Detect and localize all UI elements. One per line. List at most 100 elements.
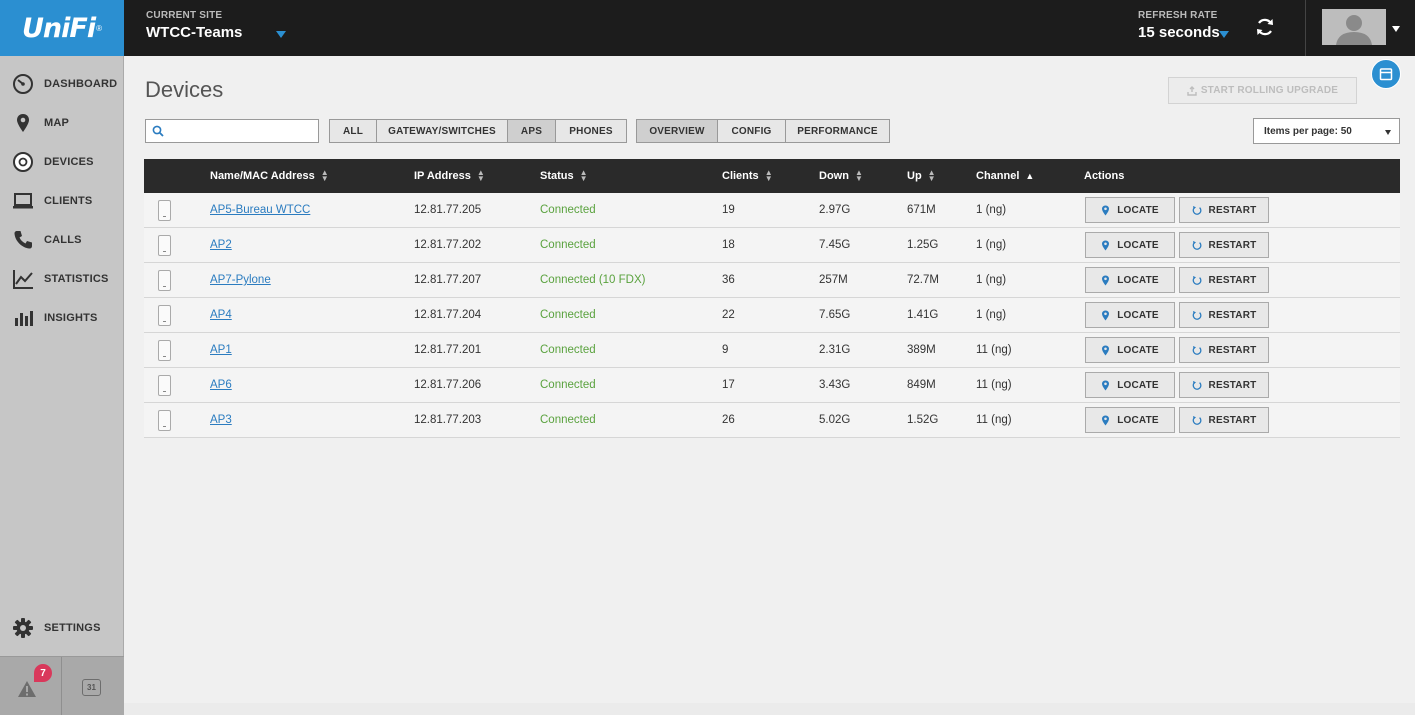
restart-button[interactable]: RESTART bbox=[1179, 372, 1269, 398]
filter-aps-button[interactable]: APS bbox=[508, 120, 556, 142]
filter-all-button[interactable]: ALL bbox=[330, 120, 377, 142]
page-title: Devices bbox=[145, 77, 224, 102]
alerts-button[interactable]: 7 bbox=[0, 657, 61, 715]
sidebar-item-label: SETTINGS bbox=[44, 622, 101, 634]
schedule-button[interactable] bbox=[1371, 59, 1401, 89]
pin-icon bbox=[1102, 310, 1110, 320]
gear-icon bbox=[12, 617, 34, 639]
restart-button[interactable]: RESTART bbox=[1179, 232, 1269, 258]
channel-value: 11 (ng) bbox=[976, 379, 1012, 391]
up-traffic: 849M bbox=[907, 379, 936, 391]
locate-button[interactable]: LOCATE bbox=[1085, 267, 1175, 293]
locate-button[interactable]: LOCATE bbox=[1085, 197, 1175, 223]
device-name-link[interactable]: AP5-Bureau WTCC bbox=[210, 204, 310, 216]
channel-value: 1 (ng) bbox=[976, 239, 1007, 251]
table-row[interactable]: AP1 12.81.77.201 Connected 9 2.31G 389M 11 (ng… bbox=[144, 333, 1400, 368]
table-row[interactable]: AP4 12.81.77.204 Connected 22 7.65G 1.41G 1 (n… bbox=[144, 298, 1400, 333]
status-text: Connected (10 FDX) bbox=[540, 274, 646, 286]
column-header-down[interactable]: Down ▲ ▼ bbox=[819, 159, 863, 193]
column-header-ip[interactable]: IP Address ▲ ▼ bbox=[414, 159, 485, 193]
tab-config[interactable]: CONFIG bbox=[718, 120, 786, 142]
refresh-icon[interactable] bbox=[1252, 14, 1278, 40]
locate-button[interactable]: LOCATE bbox=[1085, 407, 1175, 433]
sidebar-item-label: INSIGHTS bbox=[44, 312, 98, 324]
device-name-link[interactable]: AP3 bbox=[210, 414, 232, 426]
map-pin-icon bbox=[12, 112, 34, 134]
table-row[interactable]: AP5-Bureau WTCC 12.81.77.205 Connected 19 2.… bbox=[144, 193, 1400, 228]
filter-phones-button[interactable]: PHONES bbox=[556, 120, 626, 142]
site-name: WTCC-Teams bbox=[146, 24, 243, 41]
clients-count: 9 bbox=[722, 344, 729, 356]
sort-both-icon: ▲ ▼ bbox=[764, 168, 773, 183]
start-rolling-upgrade-button[interactable]: START ROLLING UPGRADE bbox=[1168, 77, 1357, 104]
device-name-link[interactable]: AP2 bbox=[210, 239, 232, 251]
sidebar-item-calls[interactable]: CALLS bbox=[0, 225, 124, 255]
tab-performance[interactable]: PERFORMANCE bbox=[786, 120, 889, 142]
device-name-link[interactable]: AP6 bbox=[210, 379, 232, 391]
locate-label: LOCATE bbox=[1117, 309, 1159, 321]
down-traffic: 3.43G bbox=[819, 379, 851, 391]
sidebar-item-statistics[interactable]: STATISTICS bbox=[0, 264, 124, 294]
column-header-status[interactable]: Status ▲ ▼ bbox=[540, 159, 588, 193]
locate-button[interactable]: LOCATE bbox=[1085, 372, 1175, 398]
table-row[interactable]: AP7-Pylone 12.81.77.207 Connected (10 FDX)… bbox=[144, 263, 1400, 298]
locate-button[interactable]: LOCATE bbox=[1085, 302, 1175, 328]
user-avatar[interactable] bbox=[1322, 9, 1386, 45]
sidebar-item-dashboard[interactable]: DASHBOARD bbox=[0, 69, 124, 99]
sidebar-item-label: CALLS bbox=[44, 234, 82, 246]
sort-both-icon: ▲ ▼ bbox=[854, 168, 863, 183]
locate-label: LOCATE bbox=[1117, 379, 1159, 391]
alerts-count-badge: 7 bbox=[32, 662, 54, 684]
site-selector[interactable]: CURRENT SITE WTCC-Teams bbox=[146, 10, 242, 41]
sidebar-item-map[interactable]: MAP bbox=[0, 108, 124, 138]
clients-count: 26 bbox=[722, 414, 735, 426]
sidebar: DASHBOARD MAP DEVICES CLIENTS CALLS STAT… bbox=[0, 56, 124, 715]
column-header-clients[interactable]: Clients ▲ ▼ bbox=[722, 159, 773, 193]
ip-address: 12.81.77.201 bbox=[414, 344, 482, 356]
channel-value: 11 (ng) bbox=[976, 344, 1012, 356]
filter-gateway-switches-button[interactable]: GATEWAY/SWITCHES bbox=[377, 120, 508, 142]
items-per-page-select[interactable]: Items per page: 50 bbox=[1253, 118, 1400, 144]
locate-button[interactable]: LOCATE bbox=[1085, 232, 1175, 258]
table-row[interactable]: AP6 12.81.77.206 Connected 17 3.43G 849M 11 (n… bbox=[144, 368, 1400, 403]
user-menu-caret-icon[interactable] bbox=[1392, 26, 1400, 32]
locate-button[interactable]: LOCATE bbox=[1085, 337, 1175, 363]
unifi-logo[interactable]: UniFi ® bbox=[0, 0, 124, 56]
ip-address: 12.81.77.206 bbox=[414, 379, 482, 391]
search-input[interactable] bbox=[145, 119, 319, 143]
restart-button[interactable]: RESTART bbox=[1179, 267, 1269, 293]
events-button[interactable]: 31 bbox=[62, 657, 124, 715]
sidebar-item-clients[interactable]: CLIENTS bbox=[0, 186, 124, 216]
down-traffic: 7.65G bbox=[819, 309, 851, 321]
user-divider bbox=[1305, 0, 1306, 56]
up-traffic: 1.52G bbox=[907, 414, 939, 426]
site-dropdown-caret-icon[interactable] bbox=[276, 31, 286, 38]
column-header-name[interactable]: Name/MAC Address ▲ ▼ bbox=[210, 159, 329, 193]
column-header-up[interactable]: Up ▲ ▼ bbox=[907, 159, 936, 193]
bar-chart-icon bbox=[12, 307, 34, 329]
up-traffic: 1.41G bbox=[907, 309, 939, 321]
device-name-link[interactable]: AP7-Pylone bbox=[210, 274, 271, 286]
sidebar-item-settings[interactable]: SETTINGS bbox=[0, 613, 124, 643]
clients-count: 19 bbox=[722, 204, 735, 216]
sidebar-item-devices[interactable]: DEVICES bbox=[0, 147, 124, 177]
restart-button[interactable]: RESTART bbox=[1179, 197, 1269, 223]
device-name-link[interactable]: AP4 bbox=[210, 309, 232, 321]
table-row[interactable]: AP2 12.81.77.202 Connected 18 7.45G 1.25G 1 (n… bbox=[144, 228, 1400, 263]
down-traffic: 2.31G bbox=[819, 344, 851, 356]
sidebar-item-label: CLIENTS bbox=[44, 195, 93, 207]
pin-icon bbox=[1102, 275, 1110, 285]
refresh-dropdown-caret-icon[interactable] bbox=[1219, 31, 1229, 38]
access-point-icon bbox=[158, 375, 171, 396]
sidebar-item-insights[interactable]: INSIGHTS bbox=[0, 303, 124, 333]
refresh-rate-selector[interactable]: REFRESH RATE 15 seconds bbox=[1138, 10, 1220, 41]
device-name-link[interactable]: AP1 bbox=[210, 344, 232, 356]
logo-text: UniFi bbox=[21, 12, 96, 44]
tab-overview[interactable]: OVERVIEW bbox=[637, 120, 718, 142]
column-header-channel[interactable]: Channel ▲ bbox=[976, 159, 1034, 193]
restart-button[interactable]: RESTART bbox=[1179, 407, 1269, 433]
down-traffic: 7.45G bbox=[819, 239, 851, 251]
restart-button[interactable]: RESTART bbox=[1179, 337, 1269, 363]
table-row[interactable]: AP3 12.81.77.203 Connected 26 5.02G 1.52G 11 (… bbox=[144, 403, 1400, 438]
restart-button[interactable]: RESTART bbox=[1179, 302, 1269, 328]
